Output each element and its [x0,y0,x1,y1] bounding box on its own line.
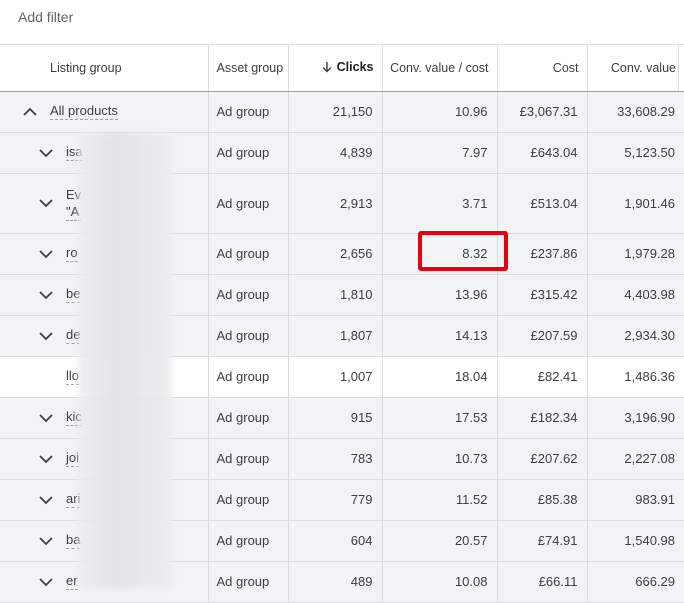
cell-asset-group: Ad group [208,438,289,480]
chevron-down-icon[interactable] [37,144,55,162]
column-header-clicks[interactable]: Clicks [288,45,383,92]
cell-clicks: 2,656 [288,233,383,275]
chevron-down-icon[interactable] [37,532,55,550]
redaction-blur [78,133,172,588]
cell-clicks: 1,810 [288,274,383,316]
cell-clicks: 4,839 [288,132,383,174]
column-header-listing-group[interactable]: Listing group [0,45,209,92]
cell-conv-value: 4,403.98 [587,274,684,316]
cell-conv-value: 1,486.36 [587,356,684,398]
cell-clicks: 1,807 [288,315,383,357]
cell-conv-value-cost: 8.32 [382,233,498,275]
cell-conv-value: 666.29 [587,561,684,603]
chevron-down-icon[interactable] [37,245,55,263]
chevron-down-icon[interactable] [37,409,55,427]
filter-bar[interactable]: Add filter [0,0,684,45]
cell-cost: £182.34 [497,397,588,439]
cell-conv-value-cost: 10.08 [382,561,498,603]
cell-cost: £513.04 [497,173,588,234]
cell-asset-group: Ad group [208,397,289,439]
cell-asset-group: Ad group [208,315,289,357]
listing-group-link[interactable]: er [66,573,78,591]
chevron-up-icon[interactable] [21,103,39,121]
cell-asset-group: Ad group [208,91,289,133]
cell-clicks: 2,913 [288,173,383,234]
listing-group-link[interactable]: ro [66,245,78,263]
column-header-asset-group[interactable]: Asset group [208,45,289,92]
cell-asset-group: Ad group [208,173,289,234]
cell-asset-group: Ad group [208,274,289,316]
cell-clicks: 21,150 [288,91,383,133]
arrow-down-icon [321,61,333,76]
cell-asset-group: Ad group [208,561,289,603]
table-row-all-products[interactable]: All products Ad group 21,150 10.96 £3,067.31… [0,91,684,133]
cell-conv-value-cost: 14.13 [382,315,498,357]
cell-clicks: 915 [288,397,383,439]
cell-asset-group: Ad group [208,520,289,562]
cell-conv-value: 983.91 [587,479,684,521]
cell-cost: £237.86 [497,233,588,275]
cell-listing-group: All products [0,91,209,133]
chevron-down-icon[interactable] [37,327,55,345]
cell-clicks: 604 [288,520,383,562]
cell-asset-group: Ad group [208,132,289,174]
chevron-down-icon[interactable] [37,194,55,212]
cell-cost: £3,067.31 [497,91,588,133]
cell-conv-value-cost: 11.52 [382,479,498,521]
table-header-row: Listing group Asset group Clicks Conv. v… [0,45,684,92]
cell-conv-value: 5,123.50 [587,132,684,174]
cell-clicks: 1,007 [288,356,383,398]
cell-conv-value-cost: 17.53 [382,397,498,439]
cell-conv-value-cost: 20.57 [382,520,498,562]
cell-cost: £207.62 [497,438,588,480]
cell-cost: £82.41 [497,356,588,398]
cell-cost: £66.11 [497,561,588,603]
cell-conv-value: 1,540.98 [587,520,684,562]
chevron-down-icon[interactable] [37,491,55,509]
cell-asset-group: Ad group [208,233,289,275]
cell-conv-value-cost: 10.73 [382,438,498,480]
cell-conv-value-cost: 18.04 [382,356,498,398]
add-filter-button[interactable]: Add filter [18,9,73,25]
cell-conv-value: 1,901.46 [587,173,684,234]
cell-conv-value: 2,227.08 [587,438,684,480]
column-header-cost[interactable]: Cost [497,45,588,92]
cell-cost: £74.91 [497,520,588,562]
cell-cost: £315.42 [497,274,588,316]
cell-conv-value: 33,608.29 [587,91,684,133]
listing-group-link[interactable]: All products [50,103,118,121]
chevron-down-icon[interactable] [37,286,55,304]
cell-conv-value-cost: 13.96 [382,274,498,316]
cell-cost: £643.04 [497,132,588,174]
column-header-conv-value-cost[interactable]: Conv. value / cost [382,45,498,92]
cell-asset-group: Ad group [208,356,289,398]
cell-clicks: 489 [288,561,383,603]
cell-conv-value: 1,979.28 [587,233,684,275]
cell-conv-value: 3,196.90 [587,397,684,439]
cell-conv-value-cost: 7.97 [382,132,498,174]
chevron-down-icon[interactable] [37,573,55,591]
cell-conv-value: 2,934.30 [587,315,684,357]
cell-cost: £85.38 [497,479,588,521]
cell-conv-value-cost: 10.96 [382,91,498,133]
cell-clicks: 779 [288,479,383,521]
column-header-conv-value[interactable]: Conv. value [587,45,684,92]
column-resize-handle[interactable] [678,45,684,91]
chevron-down-icon[interactable] [37,450,55,468]
cell-asset-group: Ad group [208,479,289,521]
cell-cost: £207.59 [497,315,588,357]
cell-conv-value-cost: 3.71 [382,173,498,234]
cell-clicks: 783 [288,438,383,480]
